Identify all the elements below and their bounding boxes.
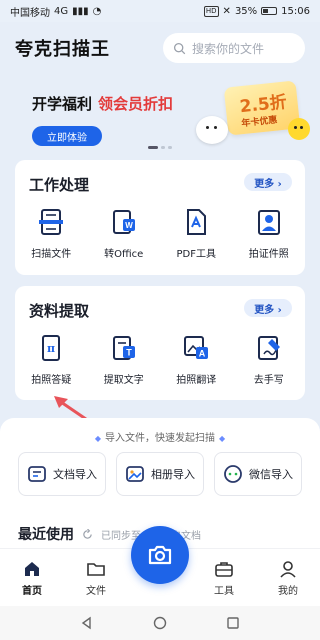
- tool-label: 提取文字: [103, 375, 144, 386]
- tool-label: 扫描文件: [31, 249, 72, 260]
- camera-button[interactable]: [131, 526, 189, 584]
- carrier-label: 中国移动: [10, 7, 50, 19]
- wifi-icon: ◔: [92, 5, 102, 17]
- sync-icon: [83, 528, 92, 539]
- tool-label: 拍照翻译: [176, 375, 217, 386]
- system-nav-bar: [0, 606, 320, 640]
- tool-convert-office[interactable]: W 转Office: [88, 206, 161, 260]
- nav-home-label: 首页: [22, 586, 42, 597]
- battery-icon: [261, 7, 278, 15]
- recent-title: 最近使用: [18, 527, 74, 543]
- wechat-import-button[interactable]: 微信导入: [214, 452, 302, 496]
- yellow-mascot-icon: [288, 118, 310, 140]
- banner-highlight: 领会员折扣: [98, 95, 174, 113]
- tool-label: 去手写: [253, 375, 284, 386]
- extract-text-icon: T: [108, 332, 140, 364]
- recents-icon[interactable]: [226, 616, 240, 630]
- extract-more-button[interactable]: 更多 ›: [244, 299, 292, 317]
- tool-label: 拍证件照: [248, 249, 289, 260]
- back-icon[interactable]: [80, 616, 94, 630]
- work-more-button[interactable]: 更多 ›: [244, 173, 292, 191]
- remove-handwriting-icon: [253, 332, 285, 364]
- tool-label: PDF工具: [176, 249, 216, 260]
- nav-profile-label: 我的: [278, 586, 298, 597]
- nav-tools-label: 工具: [214, 586, 234, 597]
- tool-id-photo[interactable]: 拍证件照: [233, 206, 306, 260]
- id-photo-icon: [253, 206, 285, 238]
- home-circle-icon[interactable]: [153, 616, 167, 630]
- search-placeholder: 搜索你的文件: [192, 41, 265, 56]
- work-section-card: 工作处理 更多 › 扫描文件 W 转Office PDF工具 拍证件照: [15, 160, 305, 275]
- convert-office-icon: W: [108, 206, 140, 238]
- album-import-button[interactable]: 相册导入: [116, 452, 204, 496]
- banner-headline: 开学福利 领会员折扣: [32, 93, 173, 114]
- tool-remove-handwriting[interactable]: 去手写: [233, 332, 306, 386]
- ticket-value: 2.5折: [238, 92, 288, 118]
- pagination-dot: [168, 146, 172, 149]
- tool-photo-question[interactable]: π 拍照答疑: [15, 332, 88, 386]
- try-now-button[interactable]: 立即体验: [32, 126, 102, 146]
- camera-icon: [148, 545, 172, 565]
- mute-icon: ✕: [222, 5, 231, 17]
- tool-extract-text[interactable]: T 提取文字: [88, 332, 161, 386]
- photo-question-icon: π: [35, 332, 67, 364]
- pdf-tool-icon: [180, 206, 212, 238]
- signal-icon: ▮▮▮: [72, 5, 89, 17]
- nav-profile[interactable]: 我的: [256, 559, 320, 597]
- nav-tools[interactable]: 工具: [192, 559, 256, 597]
- sparkle-icon: ◆: [94, 434, 101, 443]
- banner-pagination: [148, 146, 172, 149]
- document-import-icon: [28, 466, 46, 482]
- pagination-dot: [161, 146, 165, 149]
- svg-text:T: T: [126, 348, 132, 358]
- photo-translate-icon: A: [180, 332, 212, 364]
- tool-label: 拍照答疑: [31, 375, 72, 386]
- tool-scan-document[interactable]: 扫描文件: [15, 206, 88, 260]
- clock: 15:06: [281, 5, 310, 17]
- nav-home[interactable]: 首页: [0, 559, 64, 597]
- svg-text:A: A: [199, 349, 206, 359]
- wechat-import-icon: [224, 465, 242, 483]
- nav-files-label: 文件: [86, 586, 106, 597]
- network-label: 4G: [54, 5, 69, 17]
- nav-files[interactable]: 文件: [64, 559, 128, 597]
- album-import-label: 相册导入: [151, 468, 195, 481]
- svg-text:π: π: [47, 342, 55, 355]
- app-header: 夸克扫描王 搜索你的文件: [0, 30, 320, 66]
- white-mascot-icon: [196, 116, 228, 144]
- work-section-title: 工作处理: [29, 176, 90, 194]
- profile-icon: [280, 561, 296, 578]
- album-import-icon: [126, 466, 144, 482]
- status-bar: 中国移动 4G ▮▮▮ ◔ HD ✕ 35% 15:06: [0, 0, 320, 22]
- extract-section-card: 资料提取 更多 › π 拍照答疑 T 提取文字 A 拍照翻译 去手写: [15, 286, 305, 400]
- pagination-dot-active: [148, 146, 158, 149]
- app-title: 夸克扫描王: [15, 39, 110, 60]
- tool-photo-translate[interactable]: A 拍照翻译: [160, 332, 233, 386]
- import-hint-text: 导入文件，快速发起扫描: [105, 433, 215, 444]
- home-icon: [25, 562, 39, 576]
- ticket-caption: 年卡优惠: [241, 115, 278, 130]
- svg-text:W: W: [125, 221, 133, 230]
- document-import-button[interactable]: 文档导入: [18, 452, 106, 496]
- hd-icon: HD: [203, 5, 219, 17]
- search-input[interactable]: 搜索你的文件: [163, 33, 305, 63]
- document-import-label: 文档导入: [53, 468, 97, 481]
- tool-label: 转Office: [104, 249, 144, 260]
- tool-pdf[interactable]: PDF工具: [160, 206, 233, 260]
- search-icon: [173, 42, 186, 54]
- extract-section-title: 资料提取: [29, 302, 90, 320]
- folder-icon: [87, 563, 105, 576]
- promo-banner[interactable]: 开学福利 领会员折扣 立即体验 2.5折 年卡优惠: [0, 78, 320, 148]
- sparkle-icon: ◆: [219, 434, 226, 443]
- battery-percent: 35%: [234, 5, 258, 17]
- import-hint: ◆ 导入文件，快速发起扫描 ◆: [0, 429, 320, 444]
- scan-document-icon: [35, 206, 67, 238]
- banner-headline-text: 开学福利: [32, 95, 93, 113]
- toolbox-icon: [215, 562, 233, 577]
- wechat-import-label: 微信导入: [249, 468, 293, 481]
